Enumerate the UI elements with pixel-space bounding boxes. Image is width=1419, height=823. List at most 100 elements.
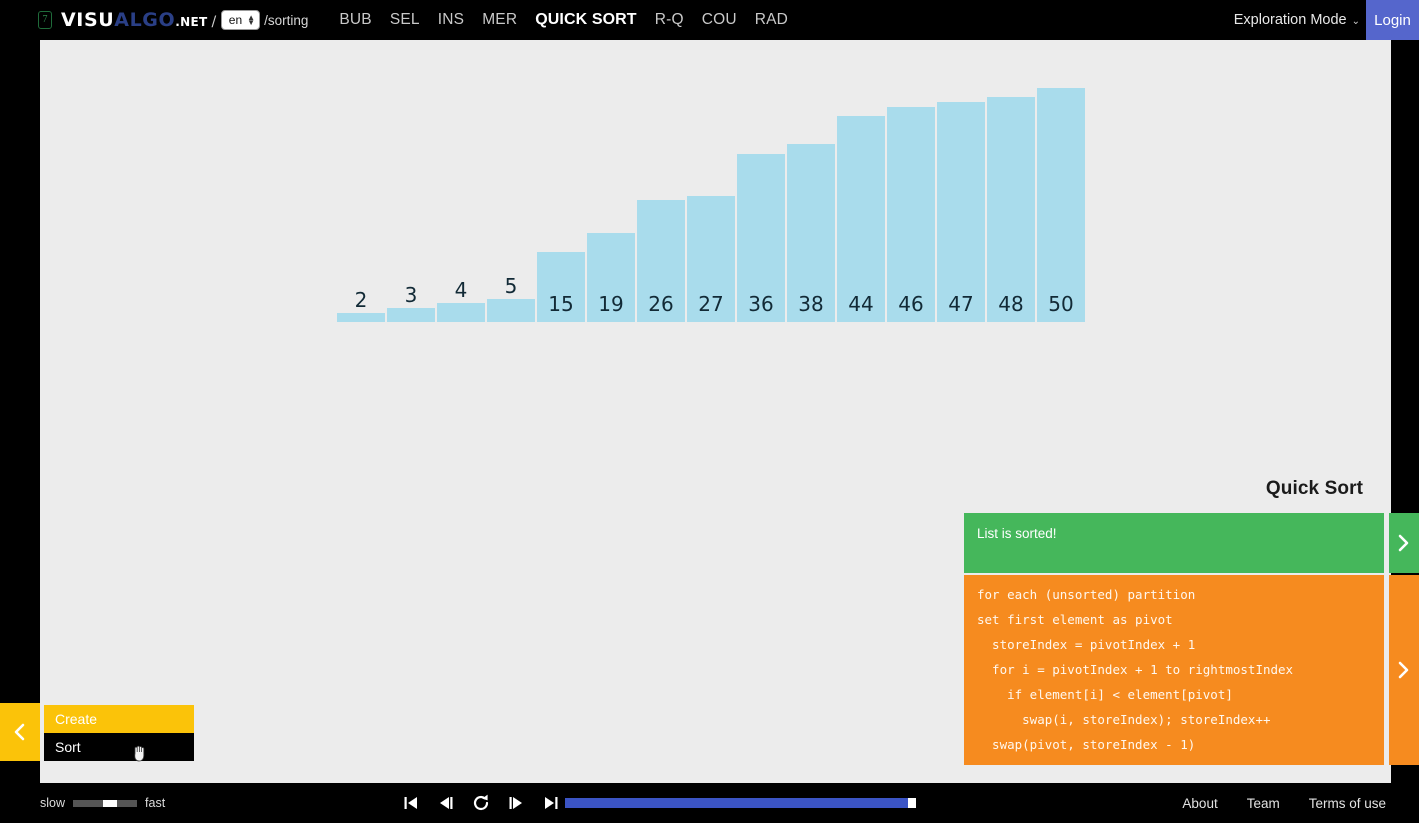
bar-item[interactable]: 38 xyxy=(787,144,835,322)
logo-part-net: .NET xyxy=(175,15,208,29)
bar-item[interactable]: 27 xyxy=(687,196,735,322)
pseudocode-line: if element[i] < element[pivot] xyxy=(977,687,1233,702)
visualgo-app: 7 VISU ALGO .NET / en ▲ ▼ /sorting BUB SEL … xyxy=(0,0,1419,823)
bar-item[interactable]: 48 xyxy=(987,97,1035,322)
step-back-icon xyxy=(440,797,453,809)
transport-controls xyxy=(400,792,562,814)
menu-item-sort[interactable]: Sort xyxy=(44,733,194,761)
bar-item[interactable]: 15 xyxy=(537,252,585,322)
stepper-arrows-icon: ▲ ▼ xyxy=(247,13,256,27)
login-button[interactable]: Login xyxy=(1366,0,1419,40)
bar-value-label: 38 xyxy=(798,292,824,316)
step-forward-icon xyxy=(509,797,522,809)
exploration-mode-label: Exploration Mode xyxy=(1233,12,1347,28)
bar-value-label: 3 xyxy=(404,283,418,307)
status-panel-toggle[interactable] xyxy=(1389,513,1419,573)
bar-item[interactable]: 3 xyxy=(387,283,435,322)
bar-item[interactable]: 36 xyxy=(737,154,785,322)
bottom-control-bar: slow fast About Team Terms of use xyxy=(0,783,1419,823)
pseudocode-line: swap(pivot, storeIndex - 1) xyxy=(977,737,1196,752)
chevron-down-icon: ⌄ xyxy=(1351,16,1360,27)
status-message-text: List is sorted! xyxy=(977,526,1057,541)
visualgo-logo[interactable]: VISU ALGO .NET / xyxy=(61,9,217,31)
nav-link-quick-sort[interactable]: QUICK SORT xyxy=(526,11,645,29)
bar-value-label: 47 xyxy=(948,292,974,316)
bar-value-label: 2 xyxy=(354,288,368,312)
footer-link-about[interactable]: About xyxy=(1182,796,1217,811)
nav-link-sel[interactable]: SEL xyxy=(381,11,429,29)
exploration-mode-dropdown[interactable]: Exploration Mode ⌄ xyxy=(1234,12,1366,28)
bar-value-label: 19 xyxy=(598,292,624,316)
bar-value-label: 5 xyxy=(504,274,518,298)
left-action-menu: Create Sort xyxy=(44,705,194,761)
playback-progress-fill xyxy=(565,798,917,808)
skip-to-start-icon xyxy=(404,797,417,809)
bar-item[interactable]: 5 xyxy=(487,274,535,322)
speed-slider[interactable] xyxy=(73,799,138,807)
chevron-right-icon xyxy=(1398,661,1409,679)
bar-value-label: 36 xyxy=(748,292,774,316)
menu-item-create[interactable]: Create xyxy=(44,705,194,733)
bar-rect xyxy=(437,303,485,322)
bar-value-label: 46 xyxy=(898,292,924,316)
nav-right-group: Exploration Mode ⌄ Login xyxy=(1234,0,1419,40)
bar-rect xyxy=(1037,88,1085,322)
language-select[interactable]: en ▲ ▼ xyxy=(220,10,261,30)
footer-link-team[interactable]: Team xyxy=(1247,796,1280,811)
pseudocode-panel: for each (unsorted) partition set first … xyxy=(964,575,1384,765)
pseudocode-line: swap(i, storeIndex); storeIndex++ xyxy=(977,712,1271,727)
bar-item[interactable]: 26 xyxy=(637,200,685,322)
nav-link-bub[interactable]: BUB xyxy=(330,11,380,29)
bar-item[interactable]: 4 xyxy=(437,278,485,322)
bar-rect xyxy=(937,102,985,322)
nav-link-cou[interactable]: COU xyxy=(693,11,746,29)
speed-control-group: slow fast xyxy=(40,796,165,810)
skip-to-end-icon xyxy=(545,797,558,809)
bar-value-label: 48 xyxy=(998,292,1024,316)
bar-rect xyxy=(887,107,935,322)
version-badge: 7 xyxy=(38,11,52,29)
bar-item[interactable]: 46 xyxy=(887,107,935,322)
skip-to-end-button[interactable] xyxy=(540,792,562,814)
pseudocode-panel-toggle[interactable] xyxy=(1389,575,1419,765)
logo-part-visu: VISU xyxy=(61,9,115,31)
step-forward-button[interactable] xyxy=(505,792,527,814)
bar-rect xyxy=(337,313,385,322)
speed-min-label: slow xyxy=(40,796,66,810)
logo-slash: / xyxy=(211,14,217,30)
logo-part-algo: ALGO xyxy=(114,9,176,31)
bar-item[interactable]: 47 xyxy=(937,102,985,322)
bar-item[interactable]: 50 xyxy=(1037,88,1085,322)
algorithm-title: Quick Sort xyxy=(1265,478,1363,499)
left-menu-toggle[interactable] xyxy=(0,703,40,761)
skip-to-start-button[interactable] xyxy=(400,792,422,814)
top-navigation-bar: 7 VISU ALGO .NET / en ▲ ▼ /sorting BUB SEL … xyxy=(0,0,1419,40)
speed-slider-knob[interactable] xyxy=(103,799,118,807)
playback-progress-bar[interactable] xyxy=(565,798,920,808)
speed-max-label: fast xyxy=(145,796,166,810)
status-message-panel: List is sorted! xyxy=(964,513,1384,573)
bar-item[interactable]: 2 xyxy=(337,288,385,322)
pseudocode-line: set first element as pivot xyxy=(977,612,1173,627)
algorithm-nav-links: BUB SEL INS MER QUICK SORT R-Q COU RAD xyxy=(330,11,797,29)
pseudocode-line: for each (unsorted) partition xyxy=(977,587,1196,602)
playback-progress-knob[interactable] xyxy=(908,798,916,808)
bar-value-label: 50 xyxy=(1048,292,1074,316)
replay-button[interactable] xyxy=(470,792,492,814)
nav-link-rq[interactable]: R-Q xyxy=(646,11,693,29)
bar-item[interactable]: 44 xyxy=(837,116,885,322)
bar-item[interactable]: 19 xyxy=(587,233,635,322)
nav-link-ins[interactable]: INS xyxy=(429,11,473,29)
chevron-left-icon xyxy=(14,723,25,741)
nav-link-mer[interactable]: MER xyxy=(473,11,526,29)
bar-rect xyxy=(987,97,1035,322)
replay-icon xyxy=(473,794,489,811)
bar-value-label: 44 xyxy=(848,292,874,316)
bar-rect xyxy=(487,299,535,322)
nav-link-rad[interactable]: RAD xyxy=(746,11,797,29)
bar-value-label: 15 xyxy=(548,292,574,316)
pseudocode-line: for i = pivotIndex + 1 to rightmostIndex xyxy=(977,662,1294,677)
module-path: /sorting xyxy=(264,12,309,28)
footer-link-terms[interactable]: Terms of use xyxy=(1309,796,1386,811)
step-backward-button[interactable] xyxy=(435,792,457,814)
